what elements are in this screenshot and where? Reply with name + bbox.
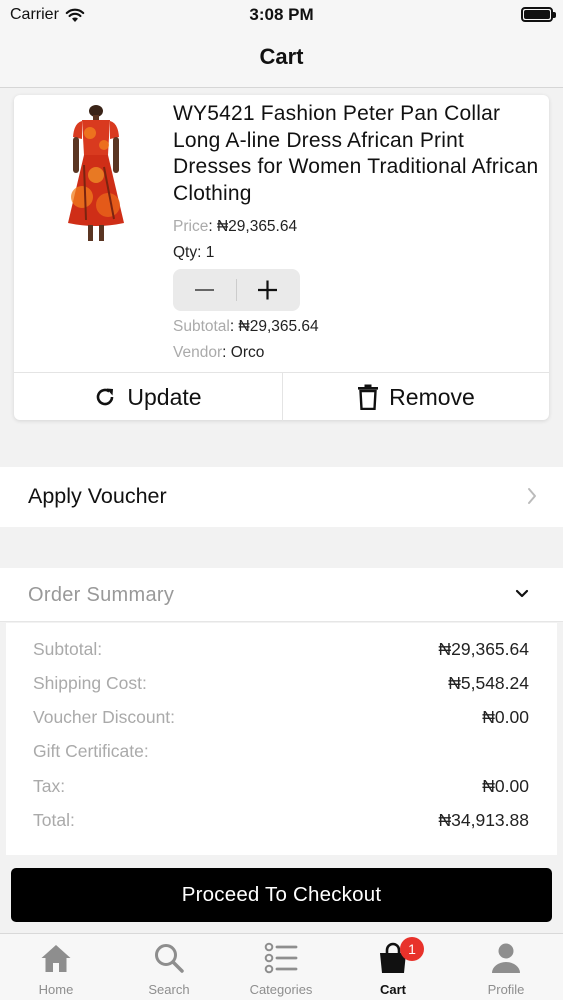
subtotal-line: Subtotal: ₦29,365.64 bbox=[173, 318, 319, 335]
summary-value: ₦0.00 bbox=[482, 776, 529, 796]
tab-cart[interactable]: 1 Cart bbox=[337, 934, 449, 1000]
decrease-quantity-button[interactable] bbox=[173, 269, 236, 311]
tab-categories[interactable]: Categories bbox=[225, 934, 337, 1000]
order-summary-toggle[interactable]: Order Summary bbox=[0, 568, 563, 622]
proceed-to-checkout-button[interactable]: Proceed To Checkout bbox=[11, 868, 552, 922]
vendor-line: Vendor: Orco bbox=[173, 344, 265, 361]
quantity-stepper bbox=[173, 269, 300, 311]
checkout-label: Proceed To Checkout bbox=[181, 883, 382, 906]
summary-label: Shipping Cost: bbox=[33, 673, 147, 693]
remove-label: Remove bbox=[389, 383, 475, 410]
quantity-text: Qty: 1 bbox=[173, 244, 215, 261]
tab-profile[interactable]: Profile bbox=[450, 934, 562, 1000]
summary-label: Subtotal: bbox=[33, 639, 103, 659]
summary-label: Total: bbox=[33, 810, 75, 830]
price-line: Price: ₦29,365.64 bbox=[173, 218, 298, 235]
summary-label: Voucher Discount: bbox=[33, 707, 176, 727]
subtotal-label: Subtotal bbox=[173, 318, 230, 335]
apply-voucher-row[interactable]: Apply Voucher bbox=[0, 467, 563, 527]
card-actions: Update Remove bbox=[14, 372, 549, 421]
minus-icon bbox=[195, 289, 214, 291]
summary-row-voucher-discount: Voucher Discount: ₦0.00 bbox=[33, 707, 529, 731]
tab-search[interactable]: Search bbox=[113, 934, 225, 1000]
summary-label: Gift Certificate: bbox=[33, 741, 149, 761]
summary-value: ₦0.00 bbox=[482, 707, 529, 727]
order-summary-title: Order Summary bbox=[28, 584, 175, 606]
home-icon bbox=[41, 945, 71, 972]
battery-icon bbox=[521, 7, 556, 22]
navigation-bar: Cart bbox=[0, 32, 563, 88]
summary-value: ₦34,913.88 bbox=[438, 810, 530, 830]
summary-row-subtotal: Subtotal: ₦29,365.64 bbox=[33, 639, 529, 663]
product-image[interactable] bbox=[60, 105, 132, 243]
summary-value: ₦29,365.64 bbox=[438, 639, 530, 659]
tab-home[interactable]: Home bbox=[0, 934, 112, 1000]
cart-item-card: WY5421 Fashion Peter Pan Collar Long A-l… bbox=[14, 95, 549, 421]
trash-icon bbox=[358, 384, 379, 410]
chevron-down-icon bbox=[515, 589, 529, 598]
person-icon bbox=[492, 943, 520, 973]
summary-row-shipping: Shipping Cost: ₦5,548.24 bbox=[33, 673, 529, 697]
tab-label: Cart bbox=[379, 982, 406, 997]
refresh-icon bbox=[97, 388, 114, 406]
list-icon bbox=[264, 942, 298, 974]
summary-label: Tax: bbox=[33, 776, 66, 796]
cart-count-badge: 1 bbox=[400, 937, 424, 961]
page-title: Cart bbox=[259, 44, 304, 69]
status-bar: Carrier 3:08 PM bbox=[0, 0, 563, 32]
price-label: Price bbox=[173, 218, 209, 235]
vendor-label: Vendor bbox=[173, 344, 223, 361]
order-summary-details: Subtotal: ₦29,365.64 Shipping Cost: ₦5,5… bbox=[6, 623, 557, 855]
update-button[interactable]: Update bbox=[14, 373, 281, 421]
product-title[interactable]: WY5421 Fashion Peter Pan Collar Long A-l… bbox=[173, 101, 543, 207]
plus-icon bbox=[258, 280, 277, 300]
vendor-value: Orco bbox=[230, 344, 265, 361]
subtotal-value: ₦29,365.64 bbox=[238, 318, 319, 335]
price-value: ₦29,365.64 bbox=[216, 218, 298, 235]
summary-row-tax: Tax: ₦0.00 bbox=[33, 776, 529, 800]
increase-quantity-button[interactable] bbox=[237, 269, 300, 311]
clock: 3:08 PM bbox=[249, 5, 314, 24]
update-label: Update bbox=[127, 383, 202, 410]
summary-row-gift-certificate: Gift Certificate: bbox=[33, 741, 529, 765]
tab-label: Categories bbox=[249, 982, 313, 997]
tab-label: Search bbox=[148, 982, 190, 997]
search-icon bbox=[155, 944, 184, 973]
tab-label: Profile bbox=[487, 982, 525, 997]
remove-button[interactable]: Remove bbox=[282, 373, 549, 421]
tab-label: Home bbox=[38, 982, 74, 997]
apply-voucher-label: Apply Voucher bbox=[28, 484, 167, 508]
summary-value: ₦5,548.24 bbox=[448, 673, 529, 693]
summary-row-total: Total: ₦34,913.88 bbox=[33, 810, 529, 834]
tab-bar: Home Search Categories 1 Cart Profile bbox=[0, 933, 563, 1000]
chevron-right-icon bbox=[528, 488, 536, 504]
